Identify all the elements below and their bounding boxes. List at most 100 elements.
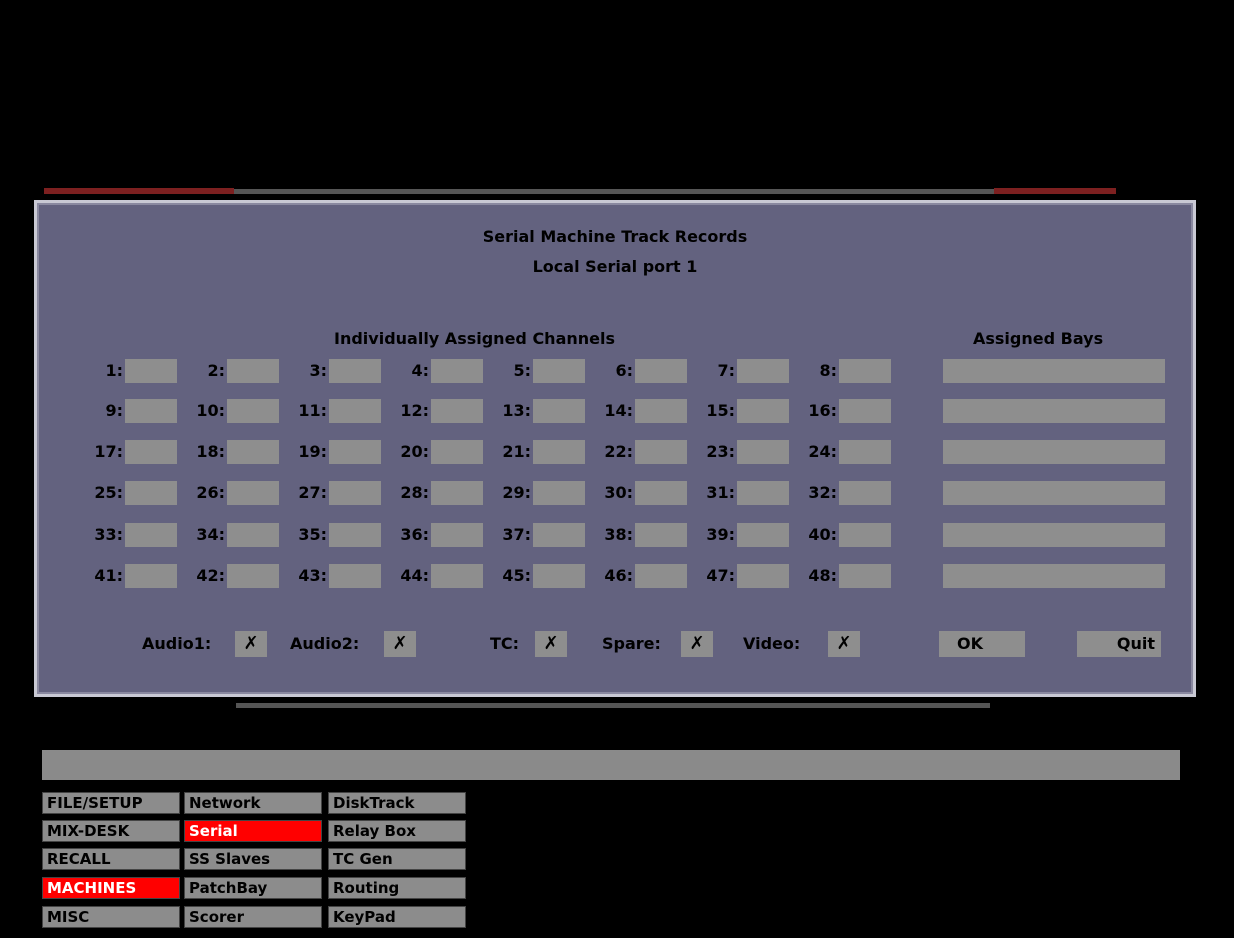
channel-7-field[interactable] (737, 359, 789, 383)
check-2-toggle[interactable]: ✗ (535, 631, 567, 657)
channel-13-field[interactable] (533, 399, 585, 423)
channel-31-label: 31: (706, 483, 735, 502)
channel-11-field[interactable] (329, 399, 381, 423)
channel-36-label: 36: (400, 525, 429, 544)
assigned-bay-field-6[interactable] (943, 564, 1165, 588)
assigned-bay-field-3[interactable] (943, 440, 1165, 464)
menu-item-routing[interactable]: Routing (328, 877, 466, 899)
dialog-subtitle: Local Serial port 1 (532, 257, 698, 276)
channel-40-label: 40: (808, 525, 837, 544)
channel-41-field[interactable] (125, 564, 177, 588)
channel-21-field[interactable] (533, 440, 585, 464)
channel-6-field[interactable] (635, 359, 687, 383)
channel-45-field[interactable] (533, 564, 585, 588)
menu-item-file-setup[interactable]: FILE/SETUP (42, 792, 180, 814)
channel-39-field[interactable] (737, 523, 789, 547)
channel-42-field[interactable] (227, 564, 279, 588)
channel-10-field[interactable] (227, 399, 279, 423)
channel-29-field[interactable] (533, 481, 585, 505)
check-1-toggle[interactable]: ✗ (384, 631, 416, 657)
channel-8-field[interactable] (839, 359, 891, 383)
channel-37-field[interactable] (533, 523, 585, 547)
channel-4-field[interactable] (431, 359, 483, 383)
check-0-toggle[interactable]: ✗ (235, 631, 267, 657)
menu-item-relay-box[interactable]: Relay Box (328, 820, 466, 842)
check-0-label: Audio1: (142, 634, 212, 653)
channel-27-field[interactable] (329, 481, 381, 505)
channel-16-field[interactable] (839, 399, 891, 423)
channel-14-label: 14: (604, 401, 633, 420)
channel-2-field[interactable] (227, 359, 279, 383)
menu-item-patchbay[interactable]: PatchBay (184, 877, 322, 899)
channel-25-field[interactable] (125, 481, 177, 505)
channel-20-label: 20: (400, 442, 429, 461)
channel-47-field[interactable] (737, 564, 789, 588)
channel-28-field[interactable] (431, 481, 483, 505)
channel-38-label: 38: (604, 525, 633, 544)
ok-button[interactable]: OK (939, 631, 1025, 657)
channel-41-label: 41: (94, 566, 123, 585)
check-3-label: Spare: (602, 634, 661, 653)
channel-19-field[interactable] (329, 440, 381, 464)
channel-5-field[interactable] (533, 359, 585, 383)
menu-item-mix-desk[interactable]: MIX-DESK (42, 820, 180, 842)
channel-22-field[interactable] (635, 440, 687, 464)
menu-item-tc-gen[interactable]: TC Gen (328, 848, 466, 870)
channel-33-field[interactable] (125, 523, 177, 547)
channel-9-field[interactable] (125, 399, 177, 423)
menu-item-machines[interactable]: MACHINES (42, 877, 180, 899)
menu-item-disktrack[interactable]: DiskTrack (328, 792, 466, 814)
channel-34-field[interactable] (227, 523, 279, 547)
status-bar (42, 750, 1180, 780)
quit-button[interactable]: Quit (1077, 631, 1161, 657)
assigned-bay-field-5[interactable] (943, 523, 1165, 547)
channel-26-field[interactable] (227, 481, 279, 505)
channel-15-field[interactable] (737, 399, 789, 423)
channel-44-field[interactable] (431, 564, 483, 588)
channel-12-field[interactable] (431, 399, 483, 423)
channel-18-field[interactable] (227, 440, 279, 464)
channel-11-label: 11: (298, 401, 327, 420)
channel-20-field[interactable] (431, 440, 483, 464)
channel-14-field[interactable] (635, 399, 687, 423)
channel-29-label: 29: (502, 483, 531, 502)
menu-item-keypad[interactable]: KeyPad (328, 906, 466, 928)
channels-heading: Individually Assigned Channels (334, 329, 616, 348)
channel-38-field[interactable] (635, 523, 687, 547)
channel-47-label: 47: (706, 566, 735, 585)
menu-item-recall[interactable]: RECALL (42, 848, 180, 870)
top-center-bar (234, 189, 994, 194)
channel-16-label: 16: (808, 401, 837, 420)
assigned-bay-field-4[interactable] (943, 481, 1165, 505)
channel-7-label: 7: (717, 361, 735, 380)
channel-19-label: 19: (298, 442, 327, 461)
menu-item-serial[interactable]: Serial (184, 820, 322, 842)
channel-27-label: 27: (298, 483, 327, 502)
channel-40-field[interactable] (839, 523, 891, 547)
channel-35-field[interactable] (329, 523, 381, 547)
channel-15-label: 15: (706, 401, 735, 420)
channel-36-field[interactable] (431, 523, 483, 547)
menu-item-misc[interactable]: MISC (42, 906, 180, 928)
channel-31-field[interactable] (737, 481, 789, 505)
channel-43-field[interactable] (329, 564, 381, 588)
menu-item-network[interactable]: Network (184, 792, 322, 814)
channel-3-field[interactable] (329, 359, 381, 383)
check-4-toggle[interactable]: ✗ (828, 631, 860, 657)
check-4-label: Video: (743, 634, 801, 653)
channel-4-label: 4: (411, 361, 429, 380)
channel-30-field[interactable] (635, 481, 687, 505)
channel-32-field[interactable] (839, 481, 891, 505)
check-3-toggle[interactable]: ✗ (681, 631, 713, 657)
channel-17-field[interactable] (125, 440, 177, 464)
assigned-bay-field-1[interactable] (943, 359, 1165, 383)
channel-48-field[interactable] (839, 564, 891, 588)
channel-24-field[interactable] (839, 440, 891, 464)
channel-23-field[interactable] (737, 440, 789, 464)
assigned-bay-field-2[interactable] (943, 399, 1165, 423)
channel-46-field[interactable] (635, 564, 687, 588)
menu-item-scorer[interactable]: Scorer (184, 906, 322, 928)
menu-item-ss-slaves[interactable]: SS Slaves (184, 848, 322, 870)
channel-5-label: 5: (513, 361, 531, 380)
channel-1-field[interactable] (125, 359, 177, 383)
